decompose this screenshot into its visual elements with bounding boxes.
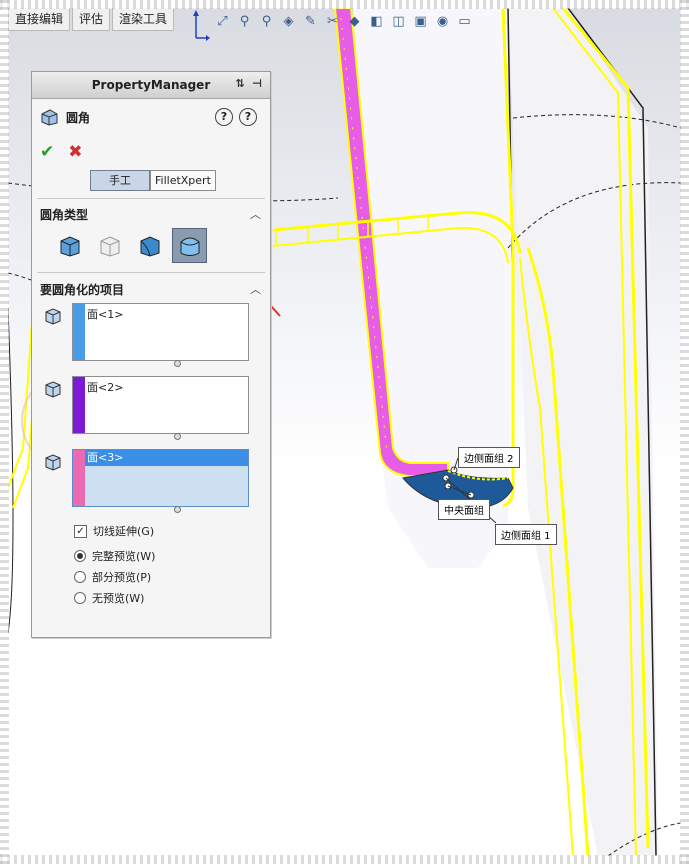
fillet-feature-icon	[41, 109, 58, 126]
partial-preview-option[interactable]: 部分预览(P)	[74, 569, 151, 585]
ok-button[interactable]: ✔	[40, 142, 54, 162]
center-face-set: 面<2>	[44, 376, 258, 440]
items-to-fillet-heading: 要圆角化的项目	[40, 283, 125, 297]
pin-icon[interactable]: ⊣	[250, 77, 264, 91]
full-preview-label: 完整预览(W)	[92, 550, 156, 563]
face-fillet-button[interactable]	[132, 228, 167, 263]
callout-side-face-set-1[interactable]: 边侧面组 1	[495, 524, 557, 545]
side-face-set-1-list[interactable]: 面<1>	[72, 303, 249, 361]
graphics-area[interactable]: 直接编辑 评估 渲染工具 ⤢ ⚲ ⚲ ◈ ✎ ✂ ◆ ◧ ◫ ▣ ◉ ▭ Pro…	[8, 8, 681, 856]
tab-evaluate[interactable]: 评估	[72, 8, 111, 31]
apply-scene-icon[interactable]: ◫	[389, 12, 408, 31]
zoom-fit-icon[interactable]: ⤢	[213, 12, 232, 31]
full-round-fillet-button[interactable]	[172, 228, 207, 263]
previous-view-icon[interactable]: ⚲	[257, 12, 276, 31]
zoom-area-icon[interactable]: ⚲	[235, 12, 254, 31]
side-face-set-2-icon	[45, 454, 61, 471]
tab-render-tools[interactable]: 渲染工具	[112, 8, 175, 31]
display-style-icon[interactable]: ✂	[323, 12, 342, 31]
manual-tab[interactable]: 手工	[90, 170, 150, 191]
monitor-icon[interactable]: ▭	[455, 12, 474, 31]
heads-up-toolbar: ⤢ ⚲ ⚲ ◈ ✎ ✂ ◆ ◧ ◫ ▣ ◉ ▭	[213, 12, 474, 31]
tab-direct-edit[interactable]: 直接编辑	[8, 8, 71, 31]
variable-size-fillet-button[interactable]	[92, 228, 127, 263]
partial-preview-radio[interactable]	[74, 571, 86, 583]
full-preview-option[interactable]: 完整预览(W)	[74, 548, 155, 564]
partial-preview-label: 部分预览(P)	[92, 571, 152, 584]
tangent-propagation-option[interactable]: ✓ 切线延伸(G)	[74, 523, 154, 539]
pm-header: PropertyManager ⇅ ⊣	[32, 72, 270, 99]
cancel-button[interactable]: ✖	[68, 142, 82, 162]
side-face-set-2-list[interactable]: 面<3>	[72, 449, 249, 507]
no-preview-radio[interactable]	[74, 592, 86, 604]
pm-title: PropertyManager	[91, 78, 211, 92]
selection-item[interactable]: 面<2>	[87, 379, 123, 395]
full-preview-radio[interactable]	[74, 550, 86, 562]
section-view-icon[interactable]: ◈	[279, 12, 298, 31]
side-face-set-1: 面<1>	[44, 303, 258, 367]
resize-handle[interactable]	[174, 433, 181, 440]
side-face-set-2: 面<3>	[44, 449, 258, 513]
center-face-set-color	[73, 377, 85, 433]
tangent-propagation-label: 切线延伸(G)	[93, 525, 155, 538]
callout-side-face-set-2[interactable]: 边侧面组 2	[458, 447, 520, 468]
triad-icon	[193, 10, 210, 41]
no-preview-label: 无预览(W)	[92, 592, 145, 605]
constant-size-fillet-button[interactable]	[52, 228, 87, 263]
collapse-chevron-icon[interactable]: ︿	[250, 281, 261, 297]
detailed-preview-icon[interactable]: ?	[215, 108, 233, 126]
callout-center-face-set[interactable]: 中央面组	[438, 499, 490, 520]
tangent-propagation-checkbox[interactable]: ✓	[74, 524, 87, 538]
side-face-set-1-icon	[45, 308, 61, 325]
center-face-set-list[interactable]: 面<2>	[72, 376, 249, 434]
feature-name: 圆角	[66, 110, 91, 125]
side-face-set-2-color	[73, 450, 85, 506]
side-face-set-1-color	[73, 304, 85, 360]
resize-handle[interactable]	[174, 506, 181, 513]
center-face-set-icon	[45, 381, 61, 398]
selection-item[interactable]: 面<1>	[87, 306, 123, 322]
view-settings-icon[interactable]: ▣	[411, 12, 430, 31]
mode-switch: 手工 FilletXpert	[90, 170, 216, 191]
no-preview-option[interactable]: 无预览(W)	[74, 590, 144, 606]
full-round-fillet-icon	[180, 237, 199, 256]
face-fillet-icon	[140, 235, 159, 257]
filletxpert-tab[interactable]: FilletXpert	[150, 170, 216, 191]
hide-show-icon[interactable]: ◆	[345, 12, 364, 31]
render-icon[interactable]: ◉	[433, 12, 452, 31]
variable-fillet-icon	[100, 235, 119, 257]
feature-header: 圆角 ? ?	[40, 108, 257, 126]
edit-appearance-icon[interactable]: ◧	[367, 12, 386, 31]
property-manager: PropertyManager ⇅ ⊣ 圆角 ? ? ✔ ✖ 手工 Fillet…	[31, 71, 271, 638]
view-orientation-icon[interactable]: ✎	[301, 12, 320, 31]
command-tabs: 直接编辑 评估 渲染工具	[8, 8, 176, 32]
constant-fillet-icon	[60, 235, 79, 257]
expand-icon[interactable]: ⇅	[233, 77, 247, 91]
fillet-type-group	[52, 228, 207, 263]
help-icon[interactable]: ?	[239, 108, 257, 126]
fillet-type-heading: 圆角类型	[40, 208, 89, 222]
selection-item[interactable]: 面<3>	[85, 450, 248, 466]
resize-handle[interactable]	[174, 360, 181, 367]
collapse-chevron-icon[interactable]: ︿	[250, 206, 261, 222]
